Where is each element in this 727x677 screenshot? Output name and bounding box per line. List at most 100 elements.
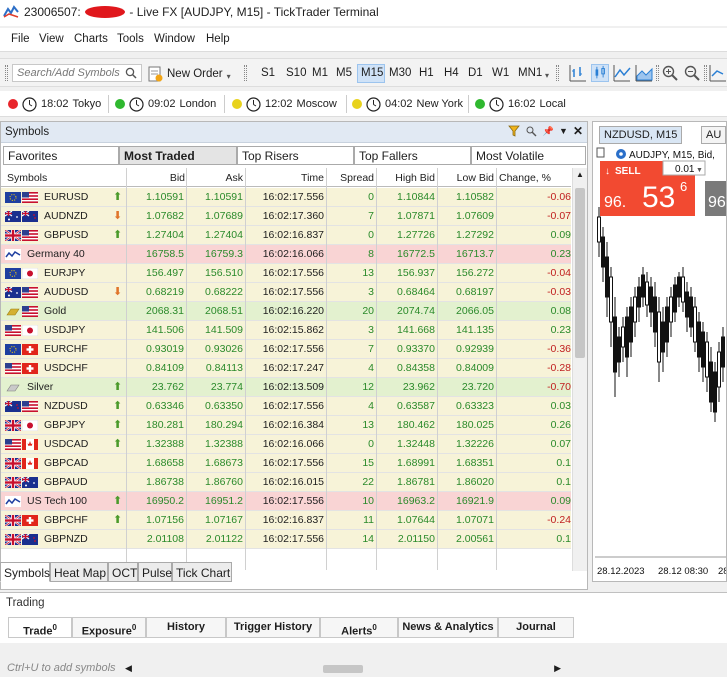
tab-tick-chart[interactable]: Tick Chart <box>172 562 232 582</box>
timeframe-m5[interactable]: M5 <box>333 64 355 83</box>
search-settings-icon[interactable] <box>525 125 538 137</box>
close-icon[interactable]: ✕ <box>573 124 583 138</box>
menu-file[interactable]: File <box>11 33 30 45</box>
menu-tools[interactable]: Tools <box>117 33 144 45</box>
us-flag-icon <box>5 325 21 336</box>
menu-view[interactable]: View <box>39 33 64 45</box>
table-row[interactable]: GBPCAD 1.68658 1.68673 16:02:17.556 15 1.6899… <box>1 454 571 473</box>
tab-trigger-history[interactable]: Trigger History <box>226 617 320 638</box>
table-row[interactable]: US Tech 100 16950.2 16951.2 16:02:17.556 10 1… <box>1 492 571 511</box>
pin-icon[interactable]: 📌 <box>543 126 554 137</box>
bar-chart-icon[interactable] <box>569 64 587 82</box>
toolbar-grip[interactable] <box>704 65 707 81</box>
tab-pulse[interactable]: Pulse <box>138 562 172 582</box>
col-symbols[interactable]: Symbols <box>7 172 47 184</box>
cell-spread: 15 <box>362 457 374 469</box>
table-row[interactable]: Silver 23.762 23.774 16:02:13.509 12 23.962 23… <box>1 378 571 397</box>
tab-oct[interactable]: OCT <box>108 562 138 582</box>
timeframe-h1[interactable]: H1 <box>416 64 436 83</box>
new-order-button[interactable]: New Order ▾ <box>147 64 231 83</box>
tab-trade[interactable]: Trade0 <box>8 617 72 638</box>
table-row[interactable]: EURJPY 156.497 156.510 16:02:17.556 13 156.93… <box>1 264 571 283</box>
zoom-out-icon[interactable] <box>683 64 701 82</box>
table-row[interactable]: USDCAD 1.32388 1.32388 16:02:16.066 0 1.32448… <box>1 435 571 454</box>
scroll-right-icon[interactable]: ▶ <box>554 663 561 674</box>
toolbar-grip[interactable] <box>656 65 659 81</box>
tab-alerts[interactable]: Alerts0 <box>320 617 398 638</box>
timeframe-w1[interactable]: W1 <box>489 64 511 83</box>
menu-window[interactable]: Window <box>154 33 195 45</box>
tab-news-analytics[interactable]: News & Analytics <box>398 617 498 638</box>
horizontal-scrollbar[interactable]: ◀ ▶ <box>123 661 563 677</box>
tab-heat-map[interactable]: Heat Map <box>50 562 108 582</box>
timeframe-m30[interactable]: M30 <box>386 64 414 83</box>
col-spread[interactable]: Spread <box>327 172 374 184</box>
search-icon[interactable] <box>124 66 138 80</box>
timeframe-d1[interactable]: D1 <box>465 64 485 83</box>
menu-charts[interactable]: Charts <box>74 33 108 45</box>
table-row[interactable]: USDJPY 141.506 141.509 16:02:15.862 3 141.668… <box>1 321 571 340</box>
zoom-in-icon[interactable] <box>661 64 679 82</box>
tab-top-fallers[interactable]: Top Fallers <box>354 146 471 165</box>
toolbar-grip[interactable] <box>556 65 559 81</box>
clock-time: 04:02 <box>385 98 413 110</box>
timeframe-mn1[interactable]: MN1 <box>515 64 543 83</box>
timeframe-m1[interactable]: M1 <box>309 64 329 83</box>
table-row[interactable]: Gold 2068.31 2068.51 16:02:16.220 20 2074.74 2… <box>1 302 571 321</box>
table-row[interactable]: GBPAUD 1.86738 1.86760 16:02:16.015 22 1.8678… <box>1 473 571 492</box>
price-chart[interactable]: AUDJPY, M15, Bid, ↓ SELL 96. 53 6 0.01 ▼… <box>595 147 726 581</box>
menu-help[interactable]: Help <box>206 33 230 45</box>
tab-favorites[interactable]: Favorites <box>3 146 119 165</box>
chart-tab-nzdusd[interactable]: NZDUSD, M15 <box>599 126 683 144</box>
tab-exposure[interactable]: Exposure0 <box>72 617 146 638</box>
timeframe-m15[interactable]: M15 <box>357 64 385 83</box>
tab-journal[interactable]: Journal <box>498 617 574 638</box>
table-row[interactable]: Germany 40 16758.5 16759.3 16:02:16.066 8 167… <box>1 245 571 264</box>
area-chart-icon[interactable] <box>635 64 653 82</box>
table-row[interactable]: EURUSD 1.10591 1.10591 16:02:17.556 0 1.10844… <box>1 188 571 207</box>
table-row[interactable]: GBPUSD 1.27404 1.27404 16:02:16.837 0 1.27726… <box>1 226 571 245</box>
dropdown-arrow-icon[interactable]: ▼ <box>696 167 703 174</box>
timeframe-s1[interactable]: S1 <box>258 64 278 83</box>
line-chart-icon[interactable] <box>613 64 631 82</box>
table-row[interactable]: AUDNZD 1.07682 1.07689 16:02:17.360 7 1.07871… <box>1 207 571 226</box>
tab-top-risers[interactable]: Top Risers <box>237 146 354 165</box>
scrollbar-thumb[interactable] <box>575 188 585 358</box>
table-row[interactable]: AUDUSD 0.68219 0.68222 16:02:17.556 3 0.68464… <box>1 283 571 302</box>
cell-high-bid: 0.84358 <box>397 362 435 374</box>
dropdown-arrow-icon[interactable]: ▼ <box>559 126 568 136</box>
auto-scroll-icon[interactable] <box>709 64 727 82</box>
col-ask[interactable]: Ask <box>187 172 243 184</box>
filter-icon[interactable] <box>507 125 520 137</box>
tab-symbols[interactable]: Symbols <box>0 562 50 582</box>
table-row[interactable]: USDCHF 0.84109 0.84113 16:02:17.247 4 0.84358… <box>1 359 571 378</box>
timeframe-s10[interactable]: S10 <box>283 64 307 83</box>
col-change[interactable]: Change, % <box>499 172 571 184</box>
table-row[interactable]: GBPJPY 180.281 180.294 16:02:16.384 13 180.46… <box>1 416 571 435</box>
scrollbar-thumb[interactable] <box>323 665 363 673</box>
toolbar-grip[interactable] <box>244 65 247 81</box>
table-row[interactable]: NZDUSD 0.63346 0.63350 16:02:17.556 4 0.63587… <box>1 397 571 416</box>
timeframe-h4[interactable]: H4 <box>441 64 461 83</box>
col-low-bid[interactable]: Low Bid <box>438 172 494 184</box>
dropdown-arrow-icon[interactable]: ▾ <box>545 71 549 80</box>
col-high-bid[interactable]: High Bid <box>377 172 435 184</box>
vertical-scrollbar[interactable]: ▲ <box>572 168 587 571</box>
tab-history[interactable]: History <box>146 617 226 638</box>
candlestick-chart-icon[interactable] <box>591 64 609 82</box>
scroll-left-icon[interactable]: ◀ <box>125 663 132 674</box>
col-bid[interactable]: Bid <box>127 172 185 184</box>
dropdown-arrow-icon[interactable]: ▾ <box>227 72 231 81</box>
cell-symbol: NZDUSD <box>44 400 88 412</box>
col-time[interactable]: Time <box>246 172 324 184</box>
chart-tab-next[interactable]: AU <box>701 126 727 144</box>
symbol-search-input[interactable]: Search/Add Symbols <box>12 64 142 82</box>
tab-most-volatile[interactable]: Most Volatile <box>471 146 586 165</box>
table-row[interactable]: EURCHF 0.93019 0.93026 16:02:17.556 7 0.93370… <box>1 340 571 359</box>
toolbar-grip[interactable] <box>5 65 8 81</box>
table-row[interactable]: GBPCHF 1.07156 1.07167 16:02:16.837 11 1.0764… <box>1 511 571 530</box>
table-row[interactable]: GBPNZD 2.01108 2.01122 16:02:17.556 14 2.0115… <box>1 530 571 549</box>
scroll-up-icon[interactable]: ▲ <box>576 170 584 179</box>
tab-most-traded[interactable]: Most Traded <box>119 146 237 165</box>
chart-settings-icon[interactable] <box>616 149 626 159</box>
